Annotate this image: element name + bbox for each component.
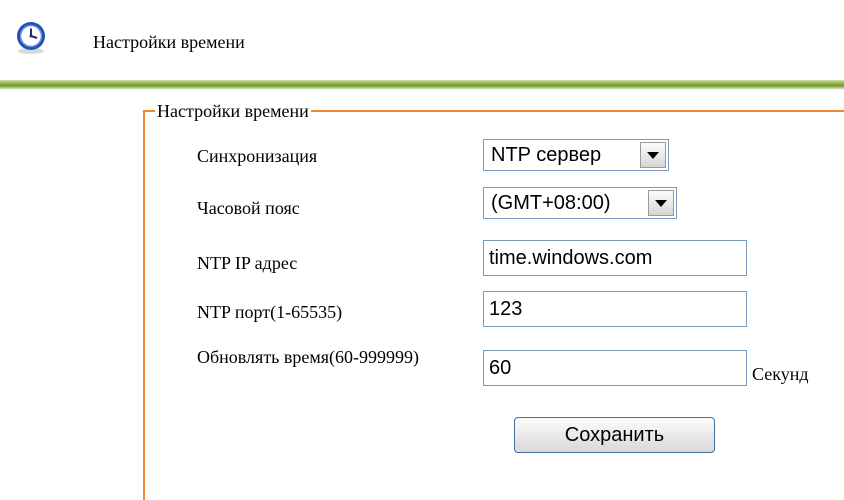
sync-select-value: NTP сервер (491, 143, 602, 166)
sync-select[interactable]: NTP сервер (483, 139, 669, 171)
ntp-ip-label: NTP IP адрес (197, 253, 298, 273)
time-settings-legend: Настройки времени (157, 101, 309, 121)
clock-icon (17, 22, 45, 54)
sync-label: Синхронизация (197, 146, 318, 166)
page-header: Настройки времени (0, 0, 844, 80)
update-interval-unit: Секунд (752, 364, 809, 384)
chevron-down-icon[interactable] (648, 190, 674, 216)
page-title: Настройки времени (93, 32, 245, 52)
update-interval-label: Обновлять время(60-999999) (197, 347, 420, 367)
timezone-select[interactable]: (GMT+08:00) (483, 187, 677, 219)
timezone-label: Часовой пояс (197, 198, 300, 218)
ntp-ip-input[interactable]: time.windows.com (483, 240, 747, 276)
chevron-down-icon[interactable] (640, 142, 666, 168)
ntp-port-label: NTP порт(1-65535) (197, 302, 343, 322)
timezone-select-value: (GMT+08:00) (491, 191, 611, 214)
update-interval-input[interactable]: 60 (483, 350, 747, 386)
ntp-port-input[interactable]: 123 (483, 291, 747, 327)
header-divider (0, 80, 844, 90)
save-button[interactable]: Сохранить (514, 417, 715, 453)
